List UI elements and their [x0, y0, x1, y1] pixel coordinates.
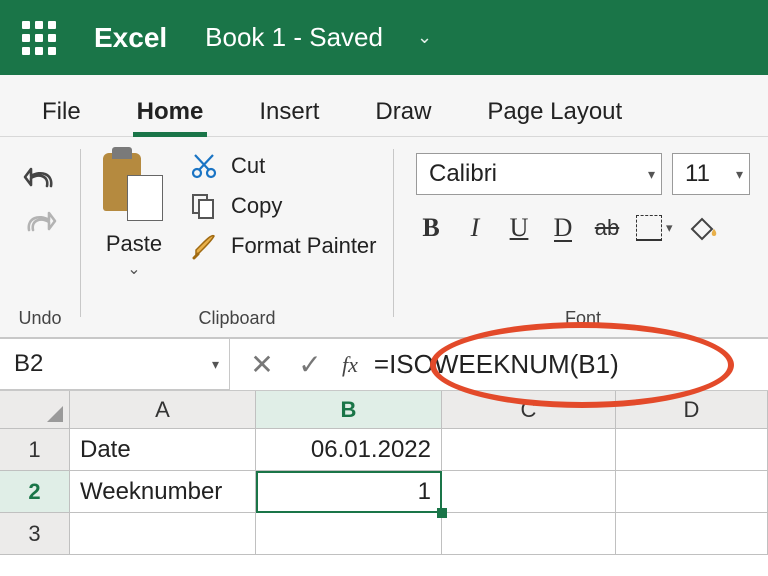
document-title-text: Book 1 - Saved — [205, 22, 383, 53]
ribbon: Undo Paste ⌄ Cut — [0, 137, 768, 339]
chevron-down-icon: ▾ — [736, 166, 743, 183]
borders-button[interactable]: ▾ — [636, 215, 673, 241]
cell-C1[interactable] — [442, 429, 616, 471]
cell-C2[interactable] — [442, 471, 616, 513]
paste-label: Paste — [106, 231, 162, 257]
chevron-down-icon: ▾ — [666, 220, 673, 236]
group-undo: Undo — [0, 137, 80, 337]
undo-button[interactable] — [20, 159, 60, 199]
tab-file[interactable]: File — [38, 86, 85, 136]
cell-B1[interactable]: 06.01.2022 — [256, 429, 442, 471]
copy-icon — [189, 191, 219, 221]
chevron-down-icon[interactable]: ⌄ — [127, 259, 140, 279]
cell-B2[interactable]: 1 — [256, 471, 442, 513]
chevron-down-icon: ▾ — [212, 356, 219, 373]
col-header-A[interactable]: A — [70, 391, 256, 429]
copy-label: Copy — [231, 193, 282, 219]
col-header-D[interactable]: D — [616, 391, 768, 429]
font-name-select[interactable]: Calibri ▾ — [416, 153, 662, 195]
font-size-select[interactable]: 11 ▾ — [672, 153, 750, 195]
cell-A2[interactable]: Weeknumber — [70, 471, 256, 513]
format-painter-button[interactable]: Format Painter — [189, 231, 377, 261]
document-title[interactable]: Book 1 - Saved ⌄ — [205, 22, 432, 53]
cut-button[interactable]: Cut — [189, 151, 377, 181]
font-size-value: 11 — [685, 160, 710, 188]
paintbrush-icon — [189, 231, 219, 261]
italic-button[interactable]: I — [460, 215, 490, 241]
cell-D1[interactable] — [616, 429, 768, 471]
strikethrough-button[interactable]: ab — [592, 217, 622, 239]
app-name: Excel — [94, 22, 167, 54]
chevron-down-icon[interactable]: ⌄ — [417, 27, 432, 48]
scissors-icon — [189, 151, 219, 181]
cell-D2[interactable] — [616, 471, 768, 513]
fill-handle[interactable] — [437, 508, 447, 518]
select-all-corner[interactable] — [0, 391, 70, 429]
tab-draw[interactable]: Draw — [371, 86, 435, 136]
group-label-undo: Undo — [18, 308, 61, 329]
col-header-C[interactable]: C — [442, 391, 616, 429]
group-font: Calibri ▾ 11 ▾ B I U D ab ▾ Font — [394, 137, 768, 337]
cancel-formula-button[interactable]: ✕ — [242, 345, 282, 385]
cell-B3[interactable] — [256, 513, 442, 555]
fill-color-button[interactable] — [687, 213, 721, 243]
row-header-1[interactable]: 1 — [0, 429, 70, 471]
title-bar: Excel Book 1 - Saved ⌄ — [0, 0, 768, 75]
col-header-B[interactable]: B — [256, 391, 442, 429]
row-header-2[interactable]: 2 — [0, 471, 70, 513]
group-label-clipboard: Clipboard — [81, 308, 393, 337]
paste-icon — [103, 151, 165, 221]
chevron-down-icon: ▾ — [648, 166, 655, 183]
fx-icon[interactable]: fx — [342, 339, 368, 390]
redo-button[interactable] — [20, 203, 60, 243]
group-clipboard: Paste ⌄ Cut Copy — [81, 137, 393, 337]
cell-D3[interactable] — [616, 513, 768, 555]
paste-button[interactable]: Paste ⌄ — [91, 145, 177, 308]
double-underline-button[interactable]: D — [548, 215, 578, 241]
formula-bar-input[interactable]: =ISOWEEKNUM(B1) — [368, 339, 768, 390]
cut-label: Cut — [231, 153, 265, 179]
tab-page-layout[interactable]: Page Layout — [483, 86, 626, 136]
tab-home[interactable]: Home — [133, 86, 208, 136]
app-launcher-icon[interactable] — [22, 21, 56, 55]
copy-button[interactable]: Copy — [189, 191, 377, 221]
font-name-value: Calibri — [429, 160, 497, 188]
name-box-value: B2 — [14, 350, 43, 378]
spreadsheet-grid[interactable]: A B C D 1 Date 06.01.2022 2 Weeknumber 1… — [0, 391, 768, 555]
cell-A1[interactable]: Date — [70, 429, 256, 471]
ribbon-tabs: File Home Insert Draw Page Layout — [0, 75, 768, 137]
formula-bar-row: B2 ▾ ✕ ✓ fx =ISOWEEKNUM(B1) — [0, 339, 768, 391]
cell-A3[interactable] — [70, 513, 256, 555]
border-icon — [636, 215, 662, 241]
name-box[interactable]: B2 ▾ — [0, 339, 230, 390]
cell-C3[interactable] — [442, 513, 616, 555]
row-header-3[interactable]: 3 — [0, 513, 70, 555]
bold-button[interactable]: B — [416, 215, 446, 241]
tab-insert[interactable]: Insert — [255, 86, 323, 136]
group-label-font: Font — [416, 308, 750, 337]
enter-formula-button[interactable]: ✓ — [290, 345, 330, 385]
underline-button[interactable]: U — [504, 215, 534, 241]
format-painter-label: Format Painter — [231, 233, 377, 259]
